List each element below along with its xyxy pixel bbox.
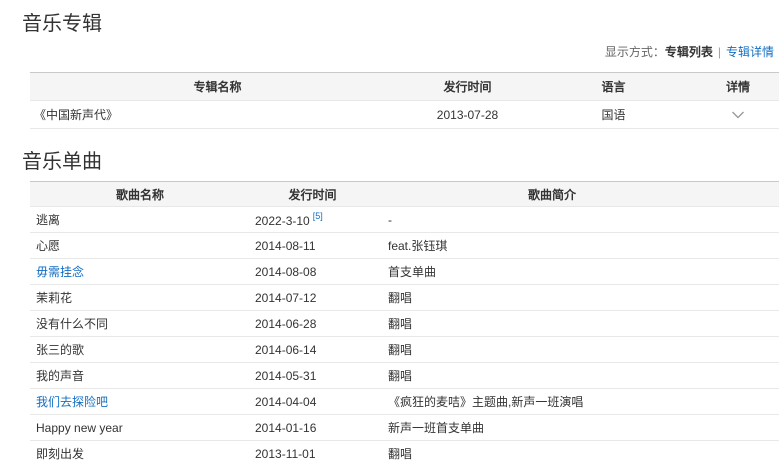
table-row: 心愿 2014-08-11 feat.张钰琪 bbox=[30, 233, 779, 259]
singles-table-body: 逃离2022-3-10[5]-心愿2014-08-11feat.张钰琪毋需挂念2… bbox=[30, 207, 779, 460]
song-desc-header: 歌曲简介 bbox=[375, 182, 779, 207]
song-desc-cell: 翻唱 bbox=[375, 311, 779, 337]
song-release-date-cell: 2014-04-04 bbox=[250, 389, 375, 415]
display-mode-label: 显示方式： bbox=[605, 45, 665, 59]
table-row: 逃离2022-3-10[5]- bbox=[30, 207, 779, 233]
song-release-date-cell: 2014-01-16 bbox=[250, 415, 375, 441]
song-name-cell: 张三的歌 bbox=[30, 337, 250, 363]
song-name-header: 歌曲名称 bbox=[30, 182, 250, 207]
song-release-date-cell: 2014-06-14 bbox=[250, 337, 375, 363]
song-name-cell: 毋需挂念 bbox=[30, 259, 250, 285]
section-title-albums: 音乐专辑 bbox=[0, 0, 779, 36]
release-date-text: 2014-04-04 bbox=[255, 395, 316, 409]
song-link[interactable]: 我们去探险吧 bbox=[36, 395, 108, 409]
song-name-cell: 心愿 bbox=[30, 233, 250, 259]
song-desc-cell: - bbox=[375, 207, 779, 233]
release-date-text: 2014-08-11 bbox=[255, 239, 316, 253]
song-name-cell: 逃离 bbox=[30, 207, 250, 233]
reference-link[interactable]: [5] bbox=[313, 211, 323, 221]
singles-table-header-row: 歌曲名称 发行时间 歌曲简介 bbox=[30, 182, 779, 207]
song-desc-cell: 首支单曲 bbox=[375, 259, 779, 285]
chevron-down-icon[interactable] bbox=[731, 111, 745, 119]
album-name-cell: 《中国新声代》 bbox=[30, 101, 405, 129]
table-row: 张三的歌 2014-06-14 翻唱 bbox=[30, 337, 779, 363]
song-desc-cell: 翻唱 bbox=[375, 285, 779, 311]
song-desc-cell: 翻唱 bbox=[375, 441, 779, 460]
song-release-date-cell: 2014-08-11 bbox=[250, 233, 375, 259]
display-mode-separator: | bbox=[718, 45, 721, 59]
song-release-date-cell: 2022-3-10[5] bbox=[250, 207, 375, 233]
album-language-cell: 国语 bbox=[530, 101, 697, 129]
song-name-cell: 没有什么不同 bbox=[30, 311, 250, 337]
albums-table: 专辑名称 发行时间 语言 详情 《中国新声代》 2013-07-28 国语 bbox=[30, 72, 779, 129]
release-date-text: 2014-06-28 bbox=[255, 317, 316, 331]
release-date-text: 2014-06-14 bbox=[255, 343, 316, 357]
albums-table-header-row: 专辑名称 发行时间 语言 详情 bbox=[30, 73, 779, 101]
release-date-text: 2022-3-10 bbox=[255, 214, 310, 228]
album-name-header: 专辑名称 bbox=[30, 73, 405, 101]
song-desc-cell: feat.张钰琪 bbox=[375, 233, 779, 259]
song-name-cell: 茉莉花 bbox=[30, 285, 250, 311]
display-mode-bar: 显示方式：专辑列表 | 专辑详情 bbox=[0, 36, 779, 72]
release-date-text: 2014-05-31 bbox=[255, 369, 316, 383]
song-desc-cell: 《疯狂的麦咭》主题曲,新声一班演唱 bbox=[375, 389, 779, 415]
song-release-date-cell: 2014-07-12 bbox=[250, 285, 375, 311]
table-row: 我的声音 2014-05-31 翻唱 bbox=[30, 363, 779, 389]
table-row: 即刻出发 2013-11-01 翻唱 bbox=[30, 441, 779, 460]
release-date-header: 发行时间 bbox=[250, 182, 375, 207]
release-date-text: 2014-08-08 bbox=[255, 265, 316, 279]
page: 音乐专辑 显示方式：专辑列表 | 专辑详情 专辑名称 发行时间 语言 详情 《中国新… bbox=[0, 0, 779, 460]
release-date-text: 2013-11-01 bbox=[255, 447, 316, 460]
album-details-cell bbox=[697, 101, 779, 129]
song-release-date-cell: 2013-11-01 bbox=[250, 441, 375, 460]
album-release-date-cell: 2013-07-28 bbox=[405, 101, 530, 129]
song-name-cell: 即刻出发 bbox=[30, 441, 250, 460]
release-date-text: 2014-01-16 bbox=[255, 421, 316, 435]
song-release-date-cell: 2014-08-08 bbox=[250, 259, 375, 285]
song-desc-cell: 翻唱 bbox=[375, 337, 779, 363]
language-header: 语言 bbox=[530, 73, 697, 101]
song-release-date-cell: 2014-06-28 bbox=[250, 311, 375, 337]
display-mode-option-album-list[interactable]: 专辑列表 bbox=[665, 45, 713, 59]
table-row: 毋需挂念 2014-08-08 首支单曲 bbox=[30, 259, 779, 285]
display-mode-option-album-detail[interactable]: 专辑详情 bbox=[726, 45, 774, 59]
song-name-cell: Happy new year bbox=[30, 415, 250, 441]
release-date-text: 2014-07-12 bbox=[255, 291, 316, 305]
table-row: 没有什么不同 2014-06-28 翻唱 bbox=[30, 311, 779, 337]
table-row: 我们去探险吧 2014-04-04 《疯狂的麦咭》主题曲,新声一班演唱 bbox=[30, 389, 779, 415]
release-date-header: 发行时间 bbox=[405, 73, 530, 101]
section-title-singles: 音乐单曲 bbox=[0, 129, 779, 174]
song-link[interactable]: 毋需挂念 bbox=[36, 265, 84, 279]
song-name-cell: 我们去探险吧 bbox=[30, 389, 250, 415]
song-desc-cell: 新声一班首支单曲 bbox=[375, 415, 779, 441]
song-release-date-cell: 2014-05-31 bbox=[250, 363, 375, 389]
table-row: 《中国新声代》 2013-07-28 国语 bbox=[30, 101, 779, 129]
song-name-cell: 我的声音 bbox=[30, 363, 250, 389]
table-row: Happy new year 2014-01-16 新声一班首支单曲 bbox=[30, 415, 779, 441]
song-desc-cell: 翻唱 bbox=[375, 363, 779, 389]
singles-table: 歌曲名称 发行时间 歌曲简介 逃离2022-3-10[5]-心愿2014-08-… bbox=[30, 181, 779, 460]
table-row: 茉莉花 2014-07-12 翻唱 bbox=[30, 285, 779, 311]
details-header: 详情 bbox=[697, 73, 779, 101]
